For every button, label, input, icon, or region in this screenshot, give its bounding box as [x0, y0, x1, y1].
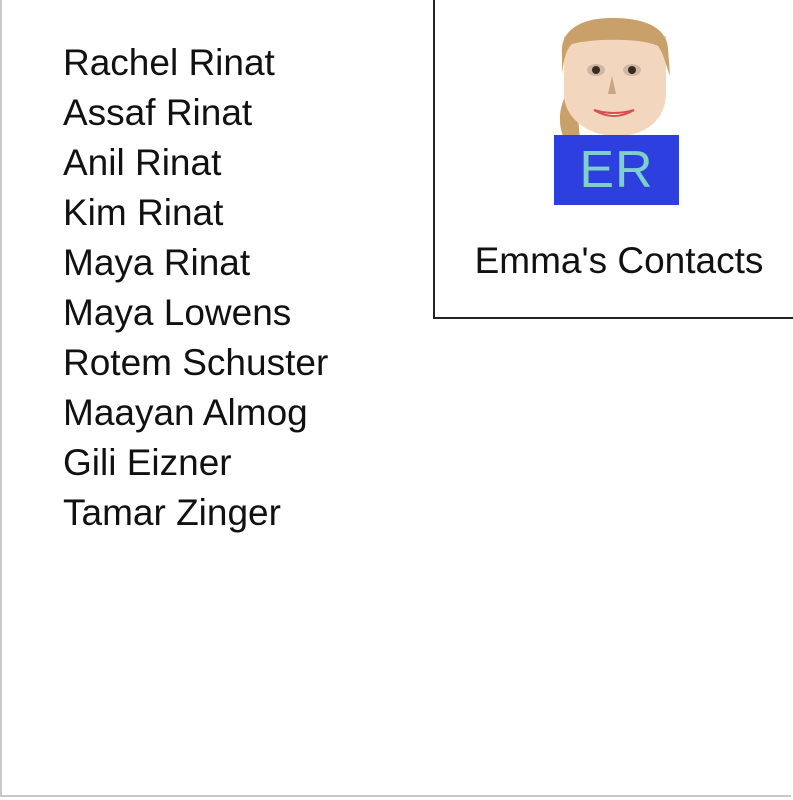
profile-card: ER Emma's Contacts: [433, 0, 793, 319]
contact-item[interactable]: Rotem Schuster: [63, 338, 328, 388]
contact-item[interactable]: Tamar Zinger: [63, 488, 328, 538]
contact-list: Rachel Rinat Assaf Rinat Anil Rinat Kim …: [63, 38, 328, 538]
initials-badge: ER: [554, 135, 679, 205]
contact-item[interactable]: Rachel Rinat: [63, 38, 328, 88]
contact-item[interactable]: Gili Eizner: [63, 438, 328, 488]
initials-text: ER: [579, 141, 654, 199]
contact-item[interactable]: Maayan Almog: [63, 388, 328, 438]
contact-item[interactable]: Assaf Rinat: [63, 88, 328, 138]
contact-item[interactable]: Maya Lowens: [63, 288, 328, 338]
contact-item[interactable]: Kim Rinat: [63, 188, 328, 238]
card-title: Emma's Contacts: [474, 240, 764, 281]
contact-item[interactable]: Maya Rinat: [63, 238, 328, 288]
person-avatar-icon: [559, 18, 670, 138]
face: [564, 36, 666, 136]
contact-item[interactable]: Anil Rinat: [63, 138, 328, 188]
